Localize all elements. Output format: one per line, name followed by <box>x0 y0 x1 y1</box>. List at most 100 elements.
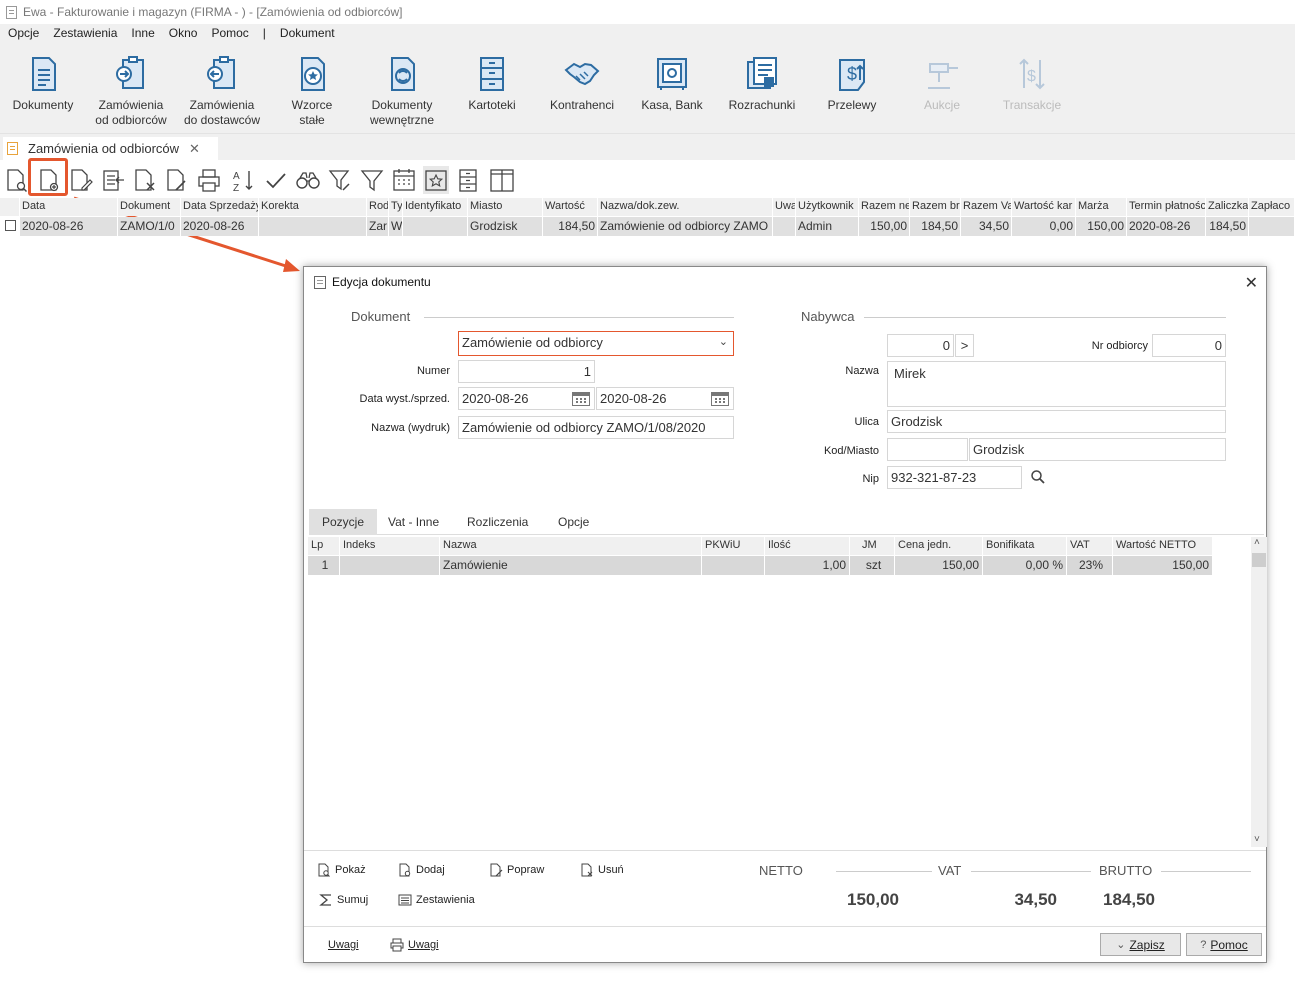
kod-field[interactable] <box>887 438 968 461</box>
table-cell[interactable]: 184,50 <box>910 217 961 236</box>
zapisz-button[interactable]: ⌄ Zapisz <box>1100 933 1181 956</box>
table-cell[interactable]: 150,00 <box>895 556 983 575</box>
vertical-scrollbar[interactable]: ˄ ˅ <box>1251 537 1267 847</box>
grid-header[interactable]: Termin płatności <box>1127 198 1206 216</box>
table-cell[interactable]: 150,00 <box>1076 217 1127 236</box>
grid-header[interactable]: Ty <box>389 198 403 216</box>
grid-header[interactable]: Korekta <box>259 198 367 216</box>
document-type-select[interactable]: Zamówienie od odbiorcy ⌄ <box>458 331 734 356</box>
grid-header[interactable]: Wartość kar <box>1012 198 1076 216</box>
table-cell[interactable]: 1 <box>308 556 340 575</box>
table-cell[interactable]: 184,50 <box>1206 217 1249 236</box>
nip-field[interactable]: 932-321-87-23 <box>887 466 1022 489</box>
data-sprzed-field[interactable]: 2020-08-26 <box>596 387 734 410</box>
tab-rozliczenia[interactable]: Rozliczenia <box>454 509 541 535</box>
position-header[interactable]: Wartość NETTO <box>1113 537 1213 555</box>
table-cell[interactable] <box>259 217 367 236</box>
table-cell[interactable]: 2020-08-26 <box>1127 217 1206 236</box>
nazwa-wydruk-field[interactable]: Zamówienie od odbiorcy ZAMO/1/08/2020 <box>458 416 734 439</box>
table-cell[interactable]: 150,00 <box>1113 556 1213 575</box>
table-cell[interactable]: Zar <box>367 217 389 236</box>
table-cell[interactable] <box>340 556 440 575</box>
scroll-down-icon[interactable]: ˅ <box>1254 834 1260 845</box>
nr-odbiorcy-field[interactable]: 0 <box>1152 334 1226 357</box>
zestawienia-button[interactable]: Zestawienia <box>397 892 475 908</box>
numer-field[interactable]: 1 <box>458 360 595 383</box>
grid-header[interactable]: Wartość <box>543 198 598 216</box>
close-icon[interactable]: ✕ <box>1245 273 1258 293</box>
data-wyst-field[interactable]: 2020-08-26 <box>458 387 595 410</box>
table-cell[interactable] <box>702 556 765 575</box>
position-header[interactable]: Nazwa <box>440 537 702 555</box>
table-cell[interactable]: Grodzisk <box>468 217 543 236</box>
calendar-icon[interactable] <box>711 392 729 406</box>
grid-header[interactable]: Użytkownik <box>796 198 859 216</box>
calendar-icon[interactable] <box>572 392 590 406</box>
grid-header[interactable]: Miasto <box>468 198 543 216</box>
grid-header[interactable]: Data <box>20 198 118 216</box>
table-cell[interactable]: 150,00 <box>859 217 910 236</box>
table-cell[interactable]: Admin <box>796 217 859 236</box>
pokaz-button[interactable]: Pokaż <box>316 862 366 878</box>
search-icon[interactable] <box>1030 469 1046 485</box>
table-cell[interactable]: W <box>389 217 403 236</box>
grid-header[interactable]: Zaliczka <box>1206 198 1249 216</box>
position-header[interactable]: Ilość <box>765 537 850 555</box>
tab-vat-inne[interactable]: Vat - Inne <box>375 509 452 535</box>
kod-miasto-label: Kod/Miasto <box>823 445 879 457</box>
grid-header[interactable]: Zapłaco <box>1249 198 1295 216</box>
scroll-thumb[interactable] <box>1252 553 1266 567</box>
grid-header[interactable]: Razem Va <box>961 198 1012 216</box>
table-cell[interactable]: Zamówienie <box>440 556 702 575</box>
grid-header[interactable]: Razem ne <box>859 198 910 216</box>
grid-header[interactable]: Rod <box>367 198 389 216</box>
table-cell[interactable] <box>773 217 796 236</box>
grid-header[interactable]: Nazwa/dok.zew. <box>598 198 773 216</box>
grid-header[interactable]: Data Sprzedaży <box>181 198 259 216</box>
position-header[interactable]: Cena jedn. <box>895 537 983 555</box>
grid-header[interactable]: Identyfikato <box>403 198 468 216</box>
table-cell[interactable]: 23% <box>1067 556 1113 575</box>
pomoc-button[interactable]: ? Pomoc <box>1186 933 1262 956</box>
miasto-field[interactable]: Grodzisk <box>969 438 1226 461</box>
table-cell[interactable]: szt <box>850 556 895 575</box>
scroll-up-icon[interactable]: ˄ <box>1254 537 1260 548</box>
preview-icon <box>318 863 330 877</box>
position-header[interactable]: VAT <box>1067 537 1113 555</box>
table-cell[interactable]: 1,00 <box>765 556 850 575</box>
position-header[interactable]: PKWiU <box>702 537 765 555</box>
ulica-field[interactable]: Grodzisk <box>887 410 1226 433</box>
tab-pozycje[interactable]: Pozycje <box>309 509 378 535</box>
grid-header[interactable]: Razem br <box>910 198 961 216</box>
table-cell[interactable]: 34,50 <box>961 217 1012 236</box>
zestawienia-label: Zestawienia <box>416 894 475 906</box>
sumuj-button[interactable]: Sumuj <box>318 892 368 908</box>
usun-button[interactable]: Usuń <box>579 862 624 878</box>
table-cell[interactable]: 0,00 % <box>983 556 1067 575</box>
position-header[interactable]: Lp <box>308 537 340 555</box>
table-cell[interactable]: Zamówienie od odbiorcy ZAMO <box>598 217 773 236</box>
uwagi-print-button[interactable]: Uwagi <box>389 937 439 953</box>
dodaj-button[interactable]: Dodaj <box>397 862 445 878</box>
buyer-next-button[interactable]: > <box>955 334 974 357</box>
tab-opcje[interactable]: Opcje <box>545 509 602 535</box>
table-cell[interactable]: 184,50 <box>543 217 598 236</box>
position-header[interactable]: Indeks <box>340 537 440 555</box>
nazwa-field[interactable]: Mirek <box>887 361 1226 407</box>
popraw-button[interactable]: Popraw <box>488 862 544 878</box>
position-header[interactable]: Bonifikata <box>983 537 1067 555</box>
table-cell[interactable]: 0,00 <box>1012 217 1076 236</box>
position-header[interactable]: JM <box>850 537 895 555</box>
uwagi-button[interactable]: Uwagi <box>328 939 359 951</box>
buyer-id-field[interactable]: 0 <box>887 334 954 357</box>
grid-header[interactable]: Dokument <box>118 198 181 216</box>
table-cell[interactable] <box>403 217 468 236</box>
document-type-value: Zamówienie od odbiorcy <box>462 335 603 350</box>
table-cell[interactable] <box>1249 217 1295 236</box>
grid-header[interactable]: Marża <box>1076 198 1127 216</box>
row-checkbox[interactable] <box>0 217 20 236</box>
table-cell[interactable]: 2020-08-26 <box>181 217 259 236</box>
table-cell[interactable]: ZAMO/1/0 <box>118 217 181 236</box>
grid-header[interactable]: Uwa <box>773 198 796 216</box>
table-cell[interactable]: 2020-08-26 <box>20 217 118 236</box>
